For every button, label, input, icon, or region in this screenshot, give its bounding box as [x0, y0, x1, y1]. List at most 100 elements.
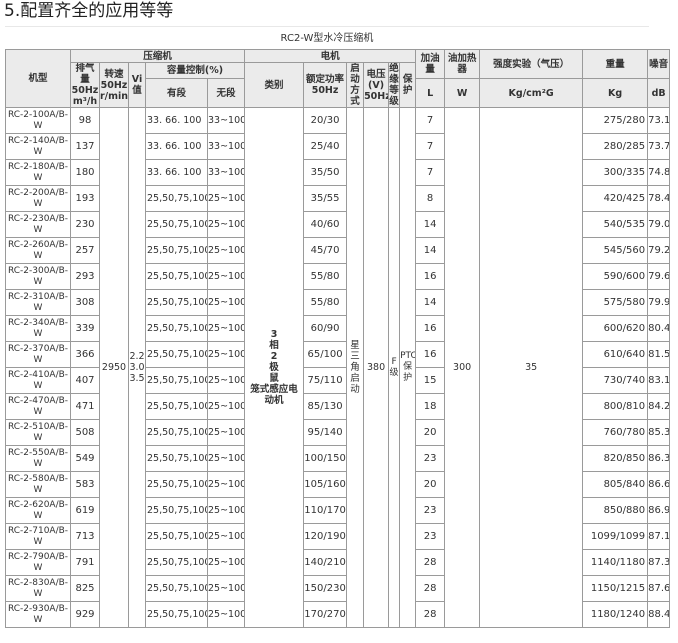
model-cell: RC-2-930A/B-W [5, 601, 71, 628]
header-start: 启动方式 [346, 62, 365, 108]
voltage-cell: 380 [363, 107, 390, 628]
capacity-stepped-cell: 25,50,75,100 [145, 575, 208, 602]
rated-power-cell: 100/150 [303, 445, 348, 472]
capacity-stepped-cell: 25,50,75,100 [145, 263, 208, 290]
speed-cell: 2950 [99, 107, 129, 628]
capacity-stepless-cell: 25~100 [206, 367, 246, 394]
capacity-stepless-cell: 25~100 [206, 523, 246, 550]
oil-charge-cell: 23 [415, 523, 446, 550]
capacity-stepped-cell: 25,50,75,100 [145, 445, 208, 472]
weight-cell: 1150/1215 [582, 575, 649, 602]
model-cell: RC-2-260A/B-W [5, 237, 71, 264]
unit-oil-heater: W [444, 78, 481, 108]
oil-charge-cell: 14 [415, 237, 446, 264]
oil-charge-cell: 7 [415, 107, 446, 134]
oil-charge-cell: 20 [415, 471, 446, 498]
capacity-stepped-cell: 25,50,75,100 [145, 289, 208, 316]
protection-cell: PTC保护 [399, 107, 417, 628]
header-protection: 保护 [399, 62, 417, 108]
noise-cell: 80.4 [647, 315, 671, 342]
capacity-stepless-cell: 25~100 [206, 549, 246, 576]
header-capacity: 容量控制(%) [144, 61, 246, 80]
noise-cell: 73.1 [647, 107, 671, 134]
displacement-cell: 825 [70, 575, 100, 602]
noise-cell: 83.1 [647, 367, 671, 394]
displacement-cell: 98 [70, 107, 100, 134]
displacement-cell: 366 [70, 341, 100, 368]
capacity-stepless-cell: 25~100 [206, 471, 246, 498]
rated-power-cell: 85/130 [303, 393, 348, 420]
capacity-stepless-cell: 25~100 [206, 497, 246, 524]
capacity-stepless-cell: 25~100 [206, 445, 246, 472]
model-cell: RC-2-230A/B-W [5, 211, 71, 238]
weight-cell: 280/285 [582, 133, 649, 160]
displacement-cell: 257 [70, 237, 100, 264]
capacity-stepped-cell: 25,50,75,100 [145, 211, 208, 238]
header-oil-charge: 加油量 [415, 48, 446, 80]
weight-cell: 1099/1099 [582, 523, 649, 550]
rated-power-cell: 35/50 [303, 159, 348, 186]
displacement-cell: 339 [70, 315, 100, 342]
model-cell: RC-2-310A/B-W [5, 289, 71, 316]
noise-cell: 79.0 [647, 211, 671, 238]
noise-cell: 73.7 [647, 133, 671, 160]
header-compressor: 压缩机 [69, 49, 246, 63]
displacement-cell: 193 [70, 185, 100, 212]
oil-charge-cell: 28 [415, 601, 446, 628]
header-displacement: 排气量 50Hz m³/h [70, 62, 100, 108]
capacity-stepped-cell: 33. 66. 100 [145, 107, 208, 134]
rated-power-cell: 95/140 [303, 419, 348, 446]
weight-cell: 1180/1240 [582, 601, 649, 628]
rated-power-cell: 45/70 [303, 237, 348, 264]
capacity-stepped-cell: 25,50,75,100 [145, 523, 208, 550]
displacement-cell: 713 [70, 523, 100, 550]
oil-charge-cell: 20 [415, 419, 446, 446]
weight-cell: 610/640 [582, 341, 649, 368]
capacity-stepped-cell: 25,50,75,100 [145, 393, 208, 420]
rated-power-cell: 55/80 [303, 263, 348, 290]
oil-charge-cell: 23 [415, 497, 446, 524]
model-cell: RC-2-550A/B-W [5, 445, 71, 472]
model-cell: RC-2-790A/B-W [5, 549, 71, 576]
capacity-stepped-cell: 25,50,75,100 [145, 367, 208, 394]
weight-cell: 540/535 [582, 211, 649, 238]
model-cell: RC-2-370A/B-W [5, 341, 71, 368]
header-voltage: 电压(V) 50Hz [363, 62, 390, 108]
noise-cell: 81.5 [647, 341, 671, 368]
vi-cell: 2.2 3.0 3.5 [128, 107, 146, 628]
displacement-cell: 230 [70, 211, 100, 238]
capacity-stepped-cell: 25,50,75,100 [145, 419, 208, 446]
displacement-cell: 293 [70, 263, 100, 290]
strength-test-cell: 35 [479, 107, 584, 628]
weight-cell: 275/280 [582, 107, 649, 134]
header-motor: 电机 [244, 49, 417, 63]
noise-cell: 79.6 [647, 263, 671, 290]
weight-cell: 575/580 [582, 289, 649, 316]
noise-cell: 88.4 [647, 601, 671, 628]
weight-cell: 300/335 [582, 159, 649, 186]
oil-charge-cell: 18 [415, 393, 446, 420]
displacement-cell: 619 [70, 497, 100, 524]
header-insulation: 绝缘等级 [388, 62, 401, 108]
noise-cell: 87.1 [647, 523, 671, 550]
oil-charge-cell: 23 [415, 445, 446, 472]
capacity-stepless-cell: 25~100 [206, 341, 246, 368]
model-cell: RC-2-710A/B-W [5, 523, 71, 550]
header-weight: 重量 [582, 48, 649, 80]
capacity-stepped-cell: 25,50,75,100 [145, 315, 208, 342]
noise-cell: 87.3 [647, 549, 671, 576]
model-cell: RC-2-180A/B-W [5, 159, 71, 186]
noise-cell: 87.6 [647, 575, 671, 602]
model-cell: RC-2-410A/B-W [5, 367, 71, 394]
section-heading: 5.配置齐全的应用等等 [4, 1, 174, 21]
weight-cell: 590/600 [582, 263, 649, 290]
header-category: 类别 [244, 62, 305, 108]
capacity-stepless-cell: 25~100 [206, 393, 246, 420]
capacity-stepless-cell: 25~100 [206, 601, 246, 628]
capacity-stepped-cell: 25,50,75,100 [145, 497, 208, 524]
oil-charge-cell: 28 [415, 549, 446, 576]
oil-charge-cell: 8 [415, 185, 446, 212]
oil-heater-cell: 300 [444, 107, 481, 628]
capacity-stepless-cell: 25~100 [206, 263, 246, 290]
oil-charge-cell: 16 [415, 341, 446, 368]
